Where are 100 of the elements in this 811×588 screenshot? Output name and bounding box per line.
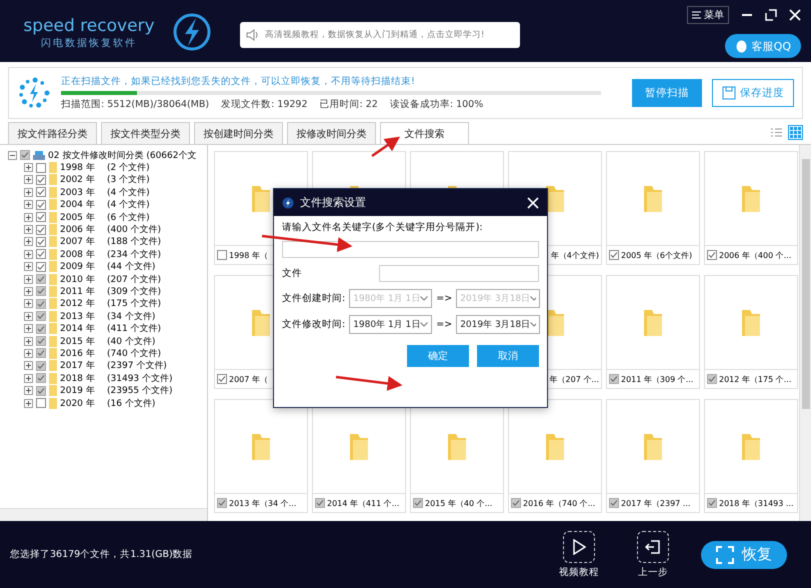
tree-item-count: (2 个文件) (107, 162, 150, 174)
folder-icon (250, 432, 272, 462)
banner-field[interactable]: 高清视频教程，数据恢复从入门到精通，点击立即学习! (240, 22, 520, 48)
exit-icon (645, 538, 661, 554)
drive-icon (33, 150, 45, 160)
folder-icon (348, 432, 370, 462)
scanning-spinner-icon (17, 76, 51, 110)
speaker-icon (246, 29, 260, 41)
tile-label: 1998 年（ (229, 250, 268, 260)
tree-item-count: (175 个文件) (107, 298, 162, 310)
tile-label: 年（4个文件) (550, 250, 599, 260)
annotation-arrow (336, 376, 402, 391)
checkbox[interactable] (609, 250, 619, 260)
tab[interactable]: 按修改时间分类 (287, 122, 376, 144)
tree-item-count: (2397 个文件) (107, 360, 167, 372)
keyword-field[interactable] (282, 241, 539, 258)
tile-label: 2006 年（400 个... (719, 250, 792, 260)
folder-icon (446, 432, 468, 462)
scan-stat: 发现文件数: 19292 (221, 98, 308, 111)
folder-icon (642, 432, 664, 462)
tile-label: 2015 年（40 个... (425, 498, 492, 508)
tree-item-count: (6 个文件) (107, 212, 150, 224)
video-tutorial-button[interactable]: 视频教程 (553, 530, 605, 580)
close-button[interactable] (527, 196, 539, 208)
date-dropdown[interactable]: 1980年 1月 1日 (349, 315, 432, 334)
tree-item-count: (411 个文件) (107, 322, 162, 336)
tree-item-count: (23955 个文件) (107, 384, 173, 398)
folder-icon (740, 432, 762, 462)
tab[interactable]: 按文件路径分类 (8, 122, 97, 144)
lightning-logo-icon (172, 12, 212, 52)
tree-item-count: (40 个文件) (107, 336, 156, 348)
range-arrow: => (436, 293, 452, 304)
close-button[interactable] (789, 9, 801, 21)
tree-item-count: (3 个文件) (107, 174, 150, 186)
tree-item-count: (309 个文件) (107, 286, 162, 298)
grid-view-button[interactable] (788, 125, 803, 140)
checkbox[interactable] (707, 250, 717, 260)
tab[interactable]: 按创建时间分类 (194, 122, 283, 144)
tree-item-count: (60662个文 (146, 150, 196, 162)
tile-label: 2007 年（ (229, 374, 268, 384)
folder-icon (250, 184, 272, 214)
tile-label: 2012 年（175 个... (719, 374, 792, 384)
menu-icon (692, 11, 701, 19)
maximize-button[interactable] (765, 9, 777, 21)
checkbox[interactable] (217, 374, 227, 384)
chevron-down-icon (420, 322, 428, 327)
close-icon (527, 196, 539, 208)
chevron-down-icon (530, 296, 536, 301)
tree-item-count: (4 个文件) (107, 198, 150, 212)
tree-item-count: (207 个文件) (107, 274, 162, 286)
tile-label: 2018 年（31493 ... (719, 498, 794, 508)
tree-item-count: (400 个文件) (107, 224, 162, 236)
tree-item-count: (188 个文件) (107, 236, 162, 248)
folder-icon (544, 432, 566, 462)
chat-icon (734, 40, 748, 52)
tree-item-count: (740 个文件) (107, 348, 162, 360)
scan-stat: 读设备成功率: 100% (390, 98, 484, 111)
maximize-icon (765, 9, 777, 21)
save-icon (722, 86, 736, 100)
logo-title: speed recovery (23, 16, 155, 36)
vertical-scrollbar[interactable] (799, 145, 811, 521)
folder-icon (740, 308, 762, 338)
folder-icon (642, 308, 664, 338)
close-icon (789, 9, 801, 21)
tile-label: 2013 年（34 个... (229, 498, 296, 508)
chevron-down-icon (420, 296, 428, 301)
folder-icon (740, 184, 762, 214)
grid-icon (790, 127, 801, 138)
folder-icon (642, 184, 664, 214)
horizontal-scrollbar[interactable] (0, 508, 207, 521)
annotation-arrow (371, 136, 400, 158)
tree-item-count: (31493 个文件) (107, 372, 173, 385)
tile-label: 2017 年（2397 ... (621, 498, 690, 508)
banner-text[interactable]: 高清视频教程，数据恢复从入门到精通，点击立即学习! (265, 29, 484, 41)
logo-subtitle: 闪电数据恢复软件 (41, 36, 137, 50)
checkbox[interactable] (217, 250, 227, 260)
folder-icon (250, 308, 272, 338)
tree-item-count: (44 个文件) (107, 260, 156, 274)
tree-item-count: (16 个文件) (107, 398, 156, 410)
scan-message: 正在扫描文件，如果已经找到您丢失的文件，可以立即恢复，不用等待扫描结束! (61, 75, 416, 88)
menu-button[interactable]: 菜单 (687, 6, 729, 24)
tab[interactable]: 按文件类型分类 (101, 122, 190, 144)
tree-item-count: (234 个文件) (107, 248, 162, 261)
tab[interactable]: 文件搜索 (380, 122, 469, 144)
tile-label: 2005 年（6个文件) (621, 250, 692, 260)
scan-stat: 扫描范围: 5512(MB)/38064(MB) (61, 98, 210, 111)
folder-tile[interactable]: 2005 年（6个文件) (606, 151, 700, 265)
tree-item-count: (34 个文件) (107, 310, 156, 323)
folder-tile[interactable]: 2006 年（400 个... (704, 151, 798, 265)
tree-item-count: (4 个文件) (107, 186, 150, 199)
size-field[interactable] (379, 265, 539, 282)
selection-summary: 您选择了36179个文件，共1.31(GB)数据 (10, 548, 193, 561)
chevron-down-icon (530, 322, 536, 327)
tile-label: 年（207 个... (550, 374, 599, 384)
back-button[interactable]: 上一步 (631, 530, 675, 580)
tile-label: 2011 年（309 个... (621, 374, 694, 384)
list-icon (771, 128, 782, 137)
play-icon (572, 538, 586, 554)
tile-label: 2016 年（740 个... (523, 498, 596, 508)
date-dropdown[interactable]: 2019年 3月18日 (456, 315, 540, 334)
